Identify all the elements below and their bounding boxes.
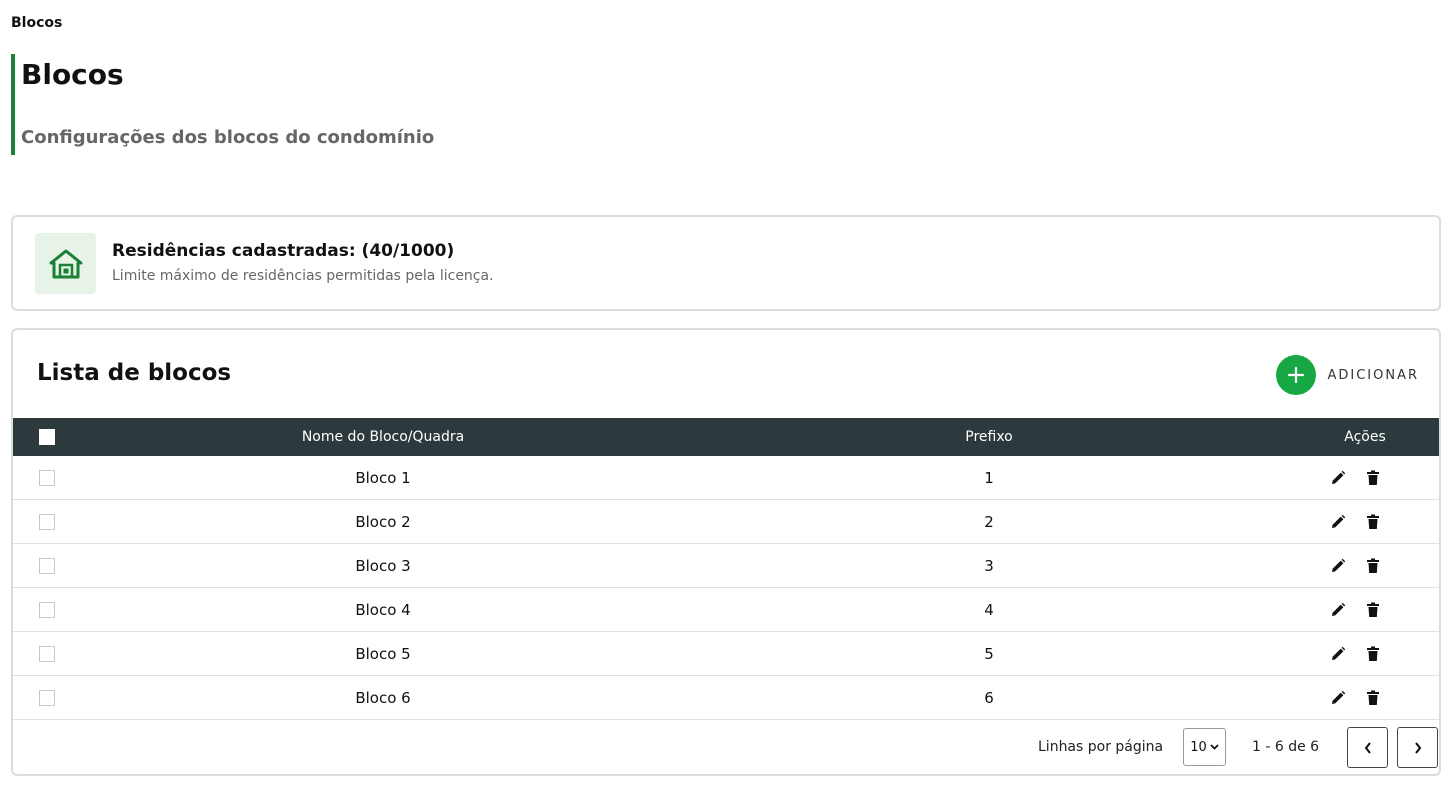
block-name: Bloco 4 <box>355 600 411 619</box>
block-prefix: 5 <box>984 644 994 663</box>
license-info-card: Residências cadastradas: (40/1000) Limit… <box>11 215 1441 311</box>
license-limit-description: Limite máximo de residências permitidas … <box>112 268 494 284</box>
edit-pencil-icon[interactable] <box>1330 558 1346 574</box>
table-row: Bloco 6 6 <box>13 676 1439 720</box>
chevron-down-icon <box>1210 744 1219 750</box>
edit-pencil-icon[interactable] <box>1330 514 1346 530</box>
edit-pencil-icon[interactable] <box>1330 690 1346 706</box>
table-row: Bloco 2 2 <box>13 500 1439 544</box>
blocks-list-card: Lista de blocos ADICIONAR Nome do Bloco/… <box>11 328 1441 776</box>
column-header-prefix[interactable]: Prefixo <box>913 418 1065 456</box>
row-checkbox[interactable] <box>39 601 55 618</box>
block-name: Bloco 3 <box>355 556 411 575</box>
delete-trash-icon[interactable] <box>1366 690 1380 706</box>
row-checkbox[interactable] <box>39 645 55 662</box>
block-name: Bloco 1 <box>355 468 411 487</box>
blocks-table: Nome do Bloco/Quadra Prefixo Ações Bloco… <box>13 418 1439 720</box>
page-header: Blocos Configurações dos blocos do condo… <box>11 54 615 155</box>
add-block-label[interactable]: ADICIONAR <box>1327 368 1419 383</box>
edit-pencil-icon[interactable] <box>1330 602 1346 618</box>
block-name: Bloco 6 <box>355 688 411 707</box>
rows-per-page-label: Linhas por página <box>1038 739 1164 755</box>
table-row: Bloco 5 5 <box>13 632 1439 676</box>
residences-count: Residências cadastradas: (40/1000) <box>112 241 455 261</box>
block-prefix: 4 <box>984 600 994 619</box>
row-checkbox[interactable] <box>39 557 55 574</box>
row-checkbox[interactable] <box>39 513 55 530</box>
delete-trash-icon[interactable] <box>1366 602 1380 618</box>
block-prefix: 2 <box>984 512 994 531</box>
edit-pencil-icon[interactable] <box>1330 470 1346 486</box>
pagination: Linhas por página 10 1 - 6 de 6 <box>13 727 1439 769</box>
row-actions <box>1330 646 1380 662</box>
table-row: Bloco 1 1 <box>13 456 1439 500</box>
row-actions <box>1330 558 1380 574</box>
row-checkbox[interactable] <box>39 689 55 706</box>
block-name: Bloco 2 <box>355 512 411 531</box>
row-actions <box>1330 690 1380 706</box>
delete-trash-icon[interactable] <box>1366 646 1380 662</box>
rows-per-page-select[interactable]: 10 <box>1183 728 1226 766</box>
chevron-right-icon <box>1414 741 1422 754</box>
column-header-name[interactable]: Nome do Bloco/Quadra <box>193 418 573 456</box>
edit-pencil-icon[interactable] <box>1330 646 1346 662</box>
delete-trash-icon[interactable] <box>1366 514 1380 530</box>
row-actions <box>1330 602 1380 618</box>
row-actions <box>1330 514 1380 530</box>
row-checkbox[interactable] <box>39 469 55 486</box>
table-row: Bloco 4 4 <box>13 588 1439 632</box>
add-block-button[interactable]: ADICIONAR <box>1276 354 1419 396</box>
rows-per-page-value: 10 <box>1190 739 1207 755</box>
pagination-range: 1 - 6 de 6 <box>1252 739 1320 755</box>
column-header-actions: Ações <box>1344 429 1386 445</box>
block-prefix: 3 <box>984 556 994 575</box>
table-body: Bloco 1 1 Bloco 2 2 Bloco 3 3 Bloco 4 4 Bloco 5 5… <box>13 456 1439 720</box>
page-title: Blocos <box>21 58 124 91</box>
previous-page-button[interactable] <box>1347 727 1388 768</box>
page-subtitle: Configurações dos blocos do condomínio <box>21 127 435 148</box>
table-row: Bloco 3 3 <box>13 544 1439 588</box>
block-prefix: 6 <box>984 688 994 707</box>
block-prefix: 1 <box>984 468 994 487</box>
next-page-button[interactable] <box>1397 727 1438 768</box>
house-icon <box>35 233 96 294</box>
list-title: Lista de blocos <box>37 360 232 386</box>
delete-trash-icon[interactable] <box>1366 470 1380 486</box>
breadcrumb[interactable]: Blocos <box>11 15 62 31</box>
delete-trash-icon[interactable] <box>1366 558 1380 574</box>
table-header: Nome do Bloco/Quadra Prefixo Ações <box>13 418 1439 456</box>
row-actions <box>1330 470 1380 486</box>
plus-icon[interactable] <box>1276 355 1317 395</box>
select-all-checkbox[interactable] <box>39 429 55 445</box>
chevron-left-icon <box>1364 741 1372 754</box>
block-name: Bloco 5 <box>355 644 411 663</box>
